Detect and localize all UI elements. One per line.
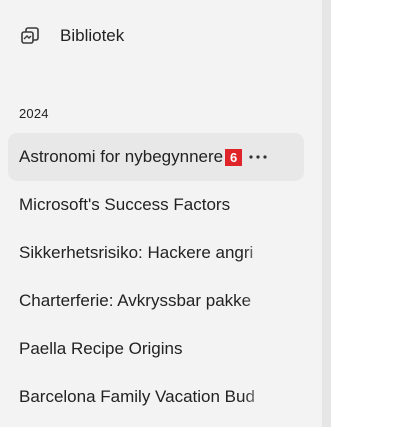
sidebar-divider[interactable] bbox=[322, 0, 331, 427]
chat-item[interactable]: Barcelona Family Vacation Bud bbox=[8, 373, 304, 421]
section-title-year: 2024 bbox=[19, 106, 49, 121]
chat-title: Charterferie: Avkryssbar pakke bbox=[19, 291, 252, 310]
chat-title: Sikkerhetsrisiko: Hackere angri bbox=[19, 243, 254, 262]
notification-badge: 6 bbox=[225, 148, 243, 166]
sidebar: Bibliotek 2024 Astronomi for nybegynnere… bbox=[0, 0, 322, 427]
chat-item[interactable]: Sikkerhetsrisiko: Hackere angri bbox=[8, 229, 304, 277]
chat-item-active[interactable]: Astronomi for nybegynnere 6 bbox=[8, 133, 304, 181]
chat-title: Astronomi for nybegynnere bbox=[19, 147, 224, 166]
chat-list: Astronomi for nybegynnere 6 Microsoft's … bbox=[8, 133, 304, 421]
more-icon[interactable] bbox=[246, 145, 270, 169]
chat-item[interactable]: Charterferie: Avkryssbar pakke bbox=[8, 277, 304, 325]
chat-title: Paella Recipe Origins bbox=[19, 339, 183, 358]
chat-item[interactable]: Paella Recipe Origins bbox=[8, 325, 304, 373]
library-label: Bibliotek bbox=[60, 26, 125, 45]
library-icon bbox=[18, 24, 42, 48]
chat-title: Barcelona Family Vacation Bud bbox=[19, 387, 255, 406]
app-window: Bibliotek 2024 Astronomi for nybegynnere… bbox=[0, 0, 414, 427]
chat-title: Microsoft's Success Factors bbox=[19, 195, 231, 214]
library-link[interactable]: Bibliotek bbox=[18, 18, 298, 54]
chat-item[interactable]: Microsoft's Success Factors bbox=[8, 181, 304, 229]
